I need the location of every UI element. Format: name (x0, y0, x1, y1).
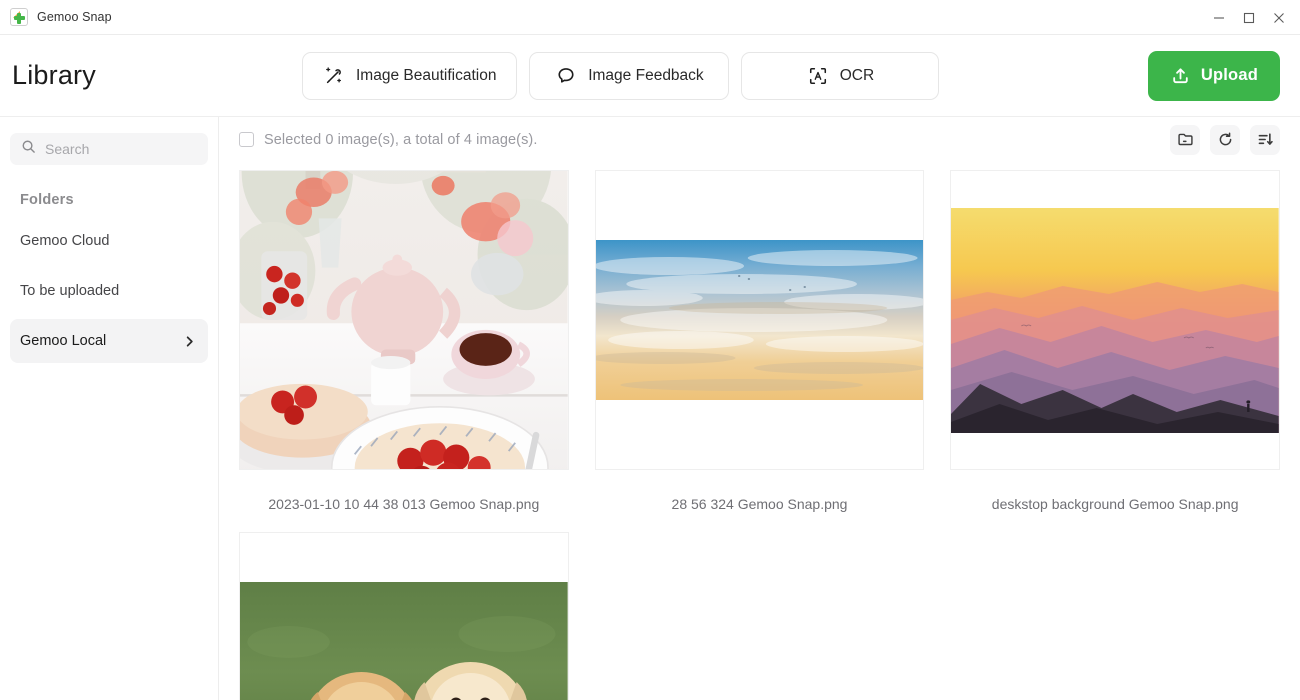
gallery-item[interactable]: deskstop background Gemoo Snap.png (950, 170, 1280, 532)
thumbnail-mountain-sunset (951, 207, 1279, 433)
ocr-button[interactable]: OCR (741, 51, 940, 100)
maximize-icon[interactable] (1234, 0, 1264, 35)
folder-icon[interactable] (1170, 124, 1200, 155)
magic-wand-icon (323, 65, 345, 87)
sidebar-item-gemoo-cloud[interactable]: Gemoo Cloud (10, 219, 208, 263)
toolbar-actions (1170, 124, 1280, 155)
app-header: Library Image Beautification Image Feedb… (0, 35, 1300, 117)
sidebar: Folders Gemoo Cloud To be uploaded Gemoo… (0, 117, 219, 700)
sidebar-item-label: To be uploaded (20, 283, 120, 299)
thumbnail-brunch-table (240, 171, 568, 469)
app-body: Folders Gemoo Cloud To be uploaded Gemoo… (0, 117, 1300, 700)
gallery-item[interactable]: 28 56 324 Gemoo Snap.png (594, 170, 925, 532)
sidebar-item-to-be-uploaded[interactable]: To be uploaded (10, 269, 208, 313)
image-feedback-label: Image Feedback (588, 66, 704, 84)
image-caption: deskstop background Gemoo Snap.png (991, 496, 1239, 512)
gemoo-snap-logo-icon (10, 8, 28, 26)
ocr-label: OCR (839, 66, 875, 84)
image-card[interactable] (950, 170, 1280, 470)
window-controls (1204, 0, 1300, 35)
image-beautification-button[interactable]: Image Beautification (302, 51, 518, 100)
chevron-right-icon (183, 335, 196, 348)
app-title: Gemoo Snap (37, 10, 112, 24)
upload-icon (1170, 65, 1192, 87)
folder-list: Gemoo Cloud To be uploaded Gemoo Local (10, 219, 208, 363)
image-card[interactable] (594, 170, 925, 470)
header-tool-group: Image Beautification Image Feedback OCR (302, 51, 940, 100)
gallery-item[interactable]: 2023-01-10 10 44 38 013 Gemoo Snap.png (239, 170, 569, 532)
thumbnail-golden-puppies (240, 582, 568, 700)
select-all-checkbox[interactable] (239, 132, 254, 147)
thumbnail-sky-clouds (595, 240, 924, 400)
sidebar-item-label: Gemoo Local (20, 333, 107, 349)
upload-label: Upload (1200, 66, 1258, 84)
image-feedback-button[interactable]: Image Feedback (529, 51, 730, 100)
image-caption: 28 56 324 Gemoo Snap.png (671, 496, 848, 512)
content-area: Selected 0 image(s), a total of 4 image(… (219, 117, 1300, 700)
page-title: Library (12, 60, 96, 90)
sidebar-item-label: Gemoo Cloud (20, 233, 110, 249)
image-card[interactable] (239, 532, 569, 700)
image-grid: 2023-01-10 10 44 38 013 Gemoo Snap.png 2… (219, 162, 1300, 700)
title-bar: Gemoo Snap (0, 0, 1300, 35)
sidebar-item-gemoo-local[interactable]: Gemoo Local (10, 319, 208, 363)
sort-descending-icon[interactable] (1250, 124, 1280, 155)
search-input[interactable] (45, 141, 197, 157)
selection-status: Selected 0 image(s), a total of 4 image(… (264, 131, 538, 148)
image-caption: 2023-01-10 10 44 38 013 Gemoo Snap.png (268, 496, 540, 512)
close-icon[interactable] (1264, 0, 1294, 35)
search-icon (21, 139, 36, 159)
search-box[interactable] (10, 133, 208, 165)
minimize-icon[interactable] (1204, 0, 1234, 35)
upload-button[interactable]: Upload (1147, 50, 1280, 101)
speech-bubble-icon (555, 65, 577, 87)
refresh-icon[interactable] (1210, 124, 1240, 155)
image-beautification-label: Image Beautification (356, 66, 497, 84)
gallery-item[interactable] (239, 532, 569, 700)
folders-heading: Folders (20, 192, 74, 208)
image-card[interactable] (239, 170, 569, 470)
content-toolbar: Selected 0 image(s), a total of 4 image(… (219, 117, 1300, 162)
text-scan-icon (807, 65, 829, 87)
